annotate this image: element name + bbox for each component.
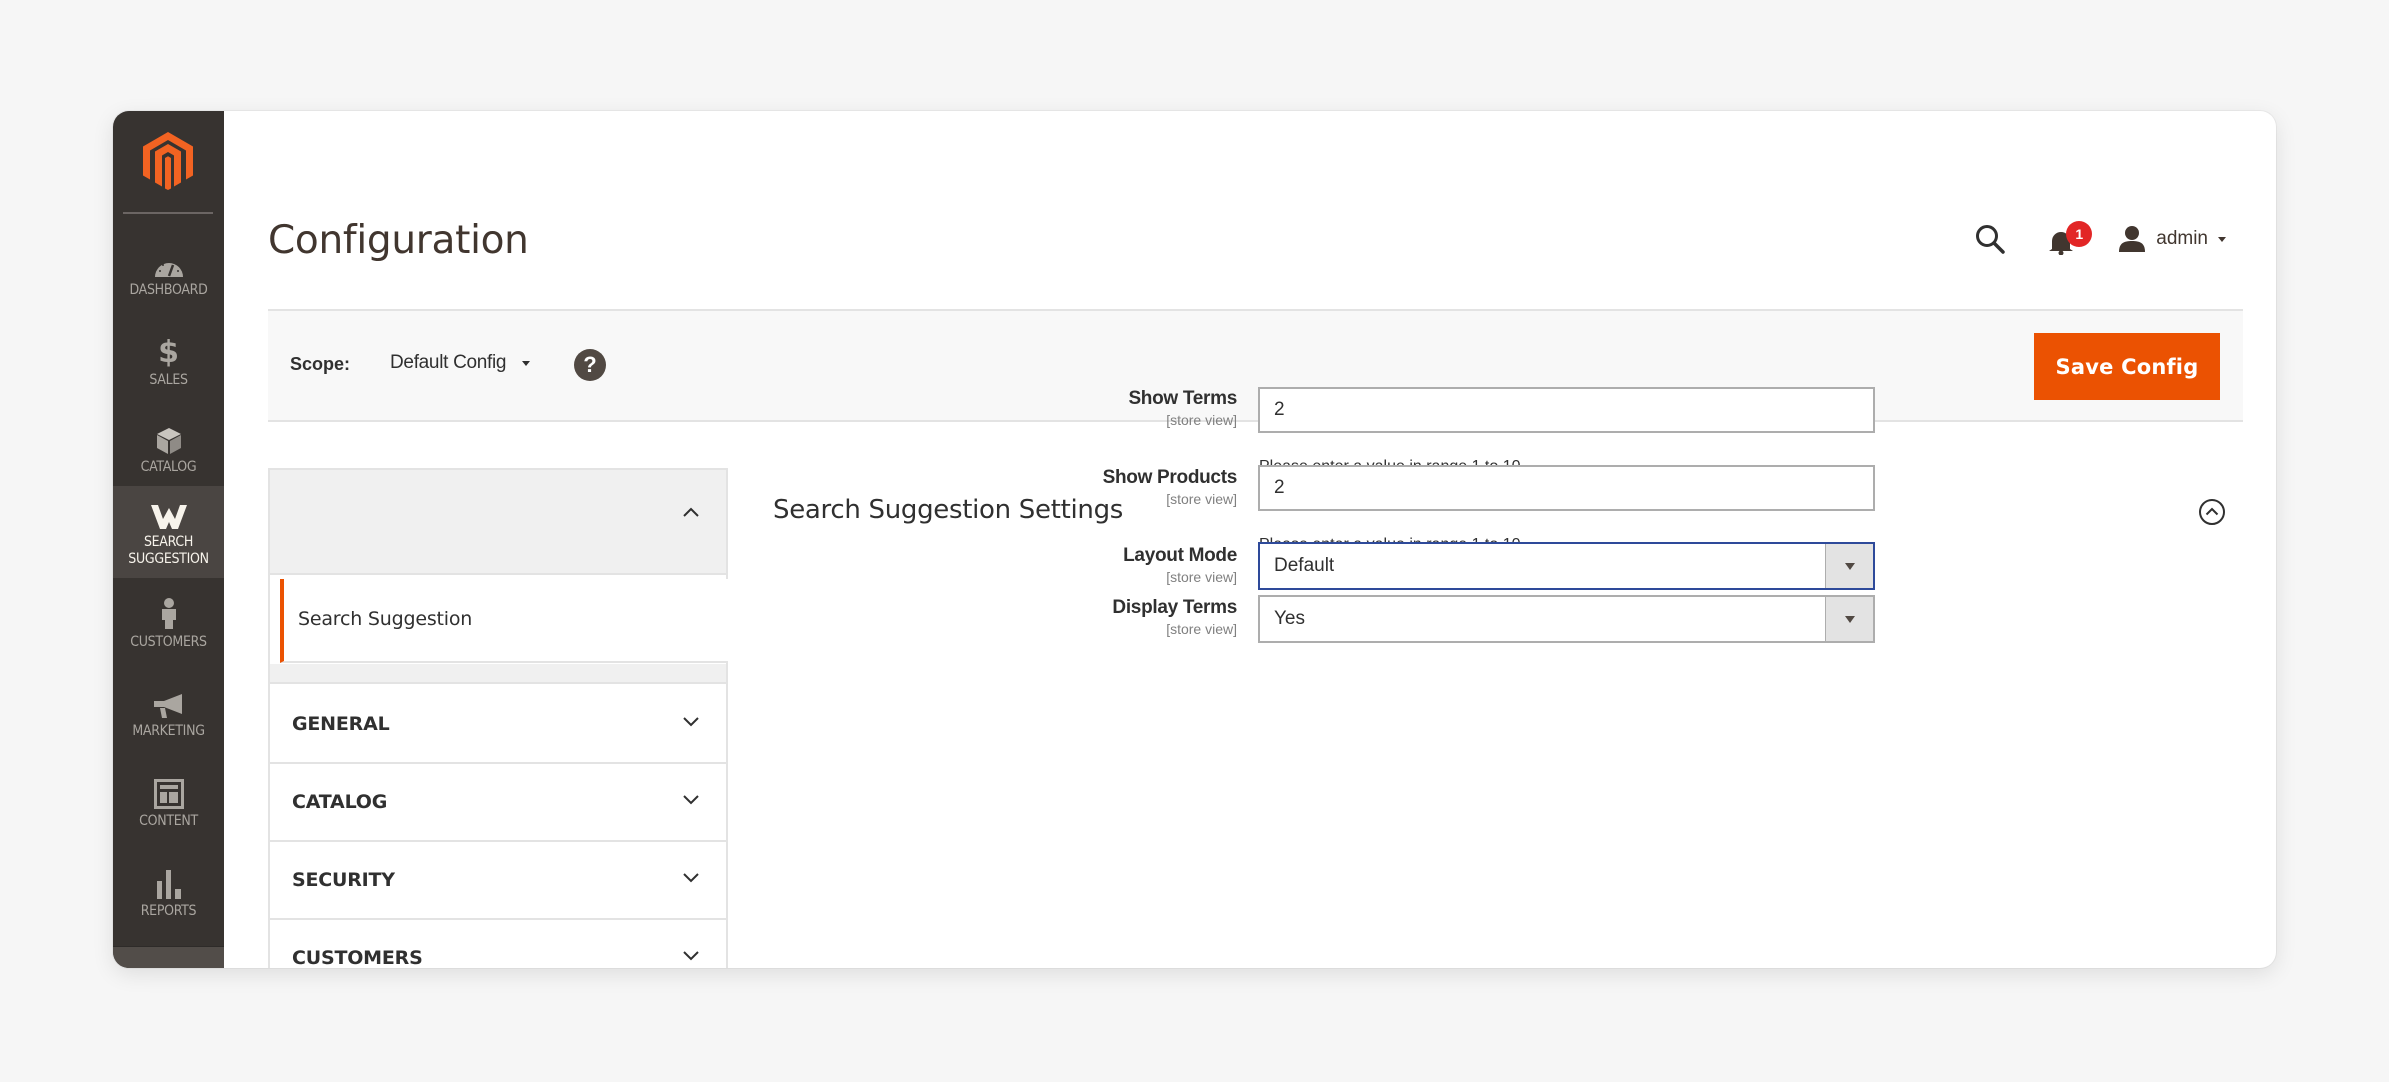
config-nav-section-catalog[interactable]: CATALOG: [270, 764, 726, 842]
notification-count-badge: 1: [2066, 221, 2093, 247]
user-icon: [2119, 226, 2146, 252]
chevron-down-icon: [683, 951, 699, 961]
scope-bar: Scope: Default Config ? Save Config: [268, 309, 2243, 422]
menu-label: Reports: [140, 903, 197, 919]
menu-item-reports[interactable]: Reports: [113, 847, 224, 938]
menu-item-dashboard[interactable]: Dashboard: [113, 226, 224, 317]
show-products-input[interactable]: [1258, 465, 1875, 511]
show-products-label: Show Products: [1102, 467, 1238, 488]
menu-label: Customers: [130, 634, 207, 650]
dollar-icon: $: [158, 335, 179, 370]
scope-value: Default Config: [390, 352, 507, 373]
megaphone-icon: [152, 685, 186, 719]
menu-label: Search Suggestion: [128, 534, 209, 567]
user-account-menu[interactable]: admin: [2118, 225, 2226, 253]
menu-label: Content: [139, 813, 198, 829]
config-nav-section-customers[interactable]: CUSTOMERS: [270, 920, 726, 968]
search-icon: [1976, 225, 2005, 254]
caret-down-icon: [1844, 615, 1855, 623]
menu-label: Catalog: [140, 459, 197, 475]
help-icon[interactable]: ?: [574, 349, 606, 381]
magento-logo-icon[interactable]: [133, 125, 203, 197]
caret-down-icon: [2218, 236, 2226, 242]
scope-label: Scope:: [290, 354, 351, 374]
selected-value: Yes: [1274, 608, 1305, 629]
chevron-up-icon: [683, 507, 699, 517]
config-nav-item-label: Search Suggestion: [298, 608, 473, 630]
menu-item-content[interactable]: Content: [113, 757, 224, 848]
header-actions: 1 admin: [1972, 219, 2226, 259]
config-nav-section-general[interactable]: GENERAL: [270, 686, 726, 764]
show-terms-input[interactable]: [1258, 387, 1875, 433]
box-icon: [156, 421, 182, 455]
display-terms-select[interactable]: Yes: [1258, 595, 1875, 643]
collapse-section-icon[interactable]: [2198, 498, 2226, 526]
config-nav-item-search-suggestion[interactable]: Search Suggestion: [280, 579, 728, 663]
section-label: SECURITY: [292, 869, 395, 891]
config-nav: Search Suggestion GENERAL CATALOG SECURI…: [268, 468, 728, 968]
config-nav-section-security[interactable]: SECURITY: [270, 842, 726, 920]
layout-icon: [153, 775, 184, 809]
chevron-down-icon: [683, 873, 699, 883]
admin-menu: Dashboard $ Sales Catalog Search Suggest…: [113, 111, 224, 968]
scope-hint: [store view]: [1166, 412, 1237, 428]
caret-down-icon: [522, 360, 531, 366]
scope-hint: [store view]: [1166, 569, 1237, 585]
chevron-down-icon: [683, 717, 699, 727]
menu-scroll-area: [113, 946, 224, 968]
scope-hint: [store view]: [1166, 621, 1237, 637]
search-suggestion-w-icon: [150, 496, 188, 530]
bar-chart-icon: [155, 865, 183, 899]
select-arrow-button[interactable]: [1825, 597, 1873, 641]
layout-mode-label: Layout Mode: [1123, 545, 1237, 566]
config-nav-separator: [270, 664, 726, 684]
menu-label: Sales: [149, 372, 188, 388]
selected-value: Default: [1274, 555, 1335, 576]
menu-item-catalog[interactable]: Catalog: [113, 403, 224, 494]
show-terms-label: Show Terms: [1128, 388, 1237, 409]
admin-window: Dashboard $ Sales Catalog Search Suggest…: [113, 111, 2276, 968]
scope-switcher[interactable]: Default Config: [390, 352, 531, 374]
dashboard-gauge-icon: [154, 244, 184, 278]
caret-down-icon: [1844, 562, 1855, 570]
section-label: CATALOG: [292, 791, 388, 813]
person-icon: [160, 596, 178, 630]
global-search-button[interactable]: [1972, 221, 2008, 257]
menu-divider: [123, 212, 213, 214]
scope-hint: [store view]: [1166, 491, 1237, 507]
menu-item-search-suggestion[interactable]: Search Suggestion: [113, 486, 224, 578]
section-label: GENERAL: [292, 713, 390, 735]
save-config-button[interactable]: Save Config: [2034, 333, 2220, 400]
chevron-down-icon: [683, 795, 699, 805]
menu-item-marketing[interactable]: Marketing: [113, 667, 224, 758]
menu-item-sales[interactable]: $ Sales: [113, 316, 224, 407]
notifications-button[interactable]: 1: [2048, 221, 2093, 257]
page-title: Configuration: [268, 218, 529, 263]
config-nav-group-header[interactable]: [270, 468, 726, 575]
menu-label: Marketing: [132, 723, 205, 739]
menu-label: Dashboard: [129, 282, 208, 298]
layout-mode-select[interactable]: Default: [1258, 542, 1875, 590]
menu-item-customers[interactable]: Customers: [113, 578, 224, 669]
select-arrow-button[interactable]: [1825, 544, 1873, 588]
user-name: admin: [2156, 228, 2208, 249]
display-terms-label: Display Terms: [1112, 597, 1237, 618]
section-label: CUSTOMERS: [292, 947, 423, 968]
